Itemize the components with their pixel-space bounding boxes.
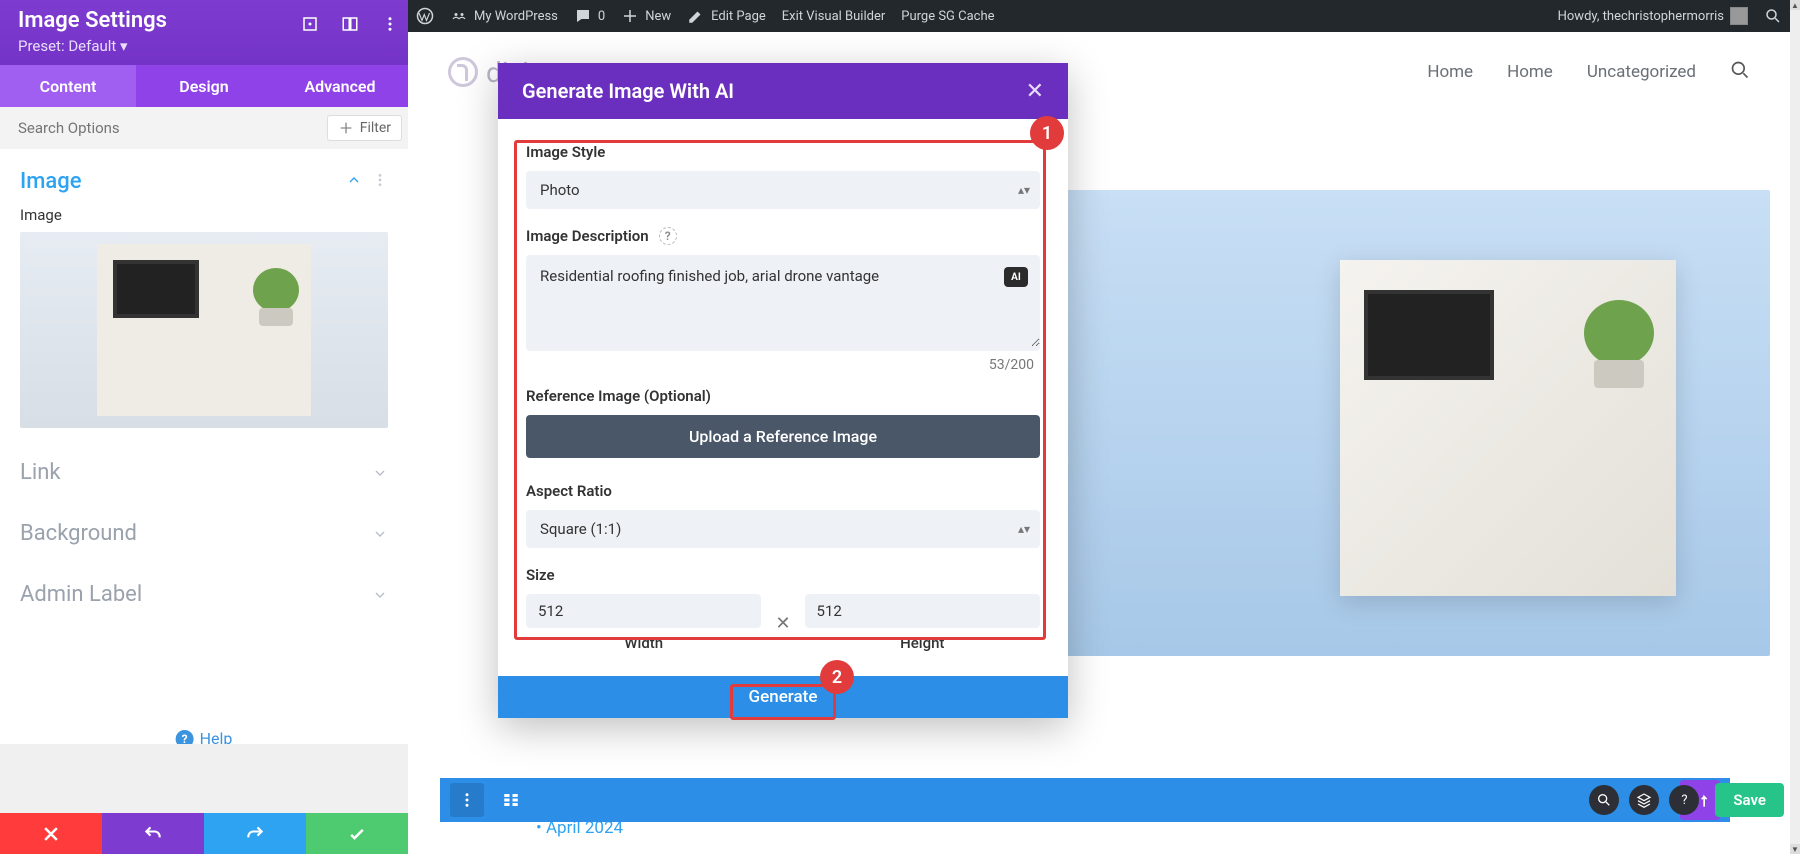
zoom-icon[interactable]: [1589, 785, 1619, 815]
undo-button[interactable]: [102, 813, 204, 854]
annotation-badge-1: 1: [1030, 116, 1064, 150]
height-input[interactable]: [805, 594, 1040, 628]
height-sublabel: Height: [900, 634, 944, 652]
modal-title: Generate Image With AI: [522, 79, 734, 103]
scroll-down-icon[interactable]: ▼: [1790, 844, 1800, 854]
wp-purge-cache[interactable]: Purge SG Cache: [901, 0, 994, 32]
wp-new[interactable]: New: [621, 0, 671, 32]
section-background[interactable]: Background: [14, 503, 394, 564]
image-description-label: Image Description?: [526, 227, 1040, 245]
wp-search[interactable]: [1764, 0, 1782, 32]
divi-logo-icon: [448, 57, 478, 87]
chevron-up-icon[interactable]: [346, 172, 362, 192]
image-field-label: Image: [20, 206, 388, 224]
section-admin-label[interactable]: Admin Label: [14, 564, 394, 625]
hero-image-card: [1340, 260, 1676, 596]
ai-badge-icon[interactable]: AI: [1004, 267, 1028, 287]
redo-button[interactable]: [204, 813, 306, 854]
sidebar-action-bar: [0, 813, 408, 854]
upload-reference-button[interactable]: Upload a Reference Image: [526, 415, 1040, 458]
section-image-title[interactable]: Image: [20, 169, 82, 194]
bar-wireframe-icon[interactable]: [494, 783, 528, 817]
wp-howdy[interactable]: Howdy, thechristophermorris: [1558, 0, 1748, 32]
bottom-right-cluster: ? Save: [1589, 778, 1784, 822]
help-footer-icon[interactable]: ?: [1669, 785, 1699, 815]
help-link[interactable]: ?Help: [176, 729, 233, 744]
expand-icon[interactable]: [300, 14, 320, 34]
aspect-ratio-select[interactable]: Square (1:1): [526, 510, 1040, 548]
section-more-icon[interactable]: [372, 172, 388, 192]
wp-exit-visual-builder[interactable]: Exit Visual Builder: [782, 0, 885, 32]
reference-image-label: Reference Image (Optional): [526, 387, 1040, 405]
layers-icon[interactable]: [1629, 785, 1659, 815]
placeholder-pot: [1594, 360, 1644, 388]
thumb-monitor: [113, 260, 199, 318]
divi-bottom-bar: [440, 778, 1730, 822]
wp-edit-page[interactable]: Edit Page: [687, 0, 766, 32]
char-count: 53/200: [526, 357, 1040, 373]
aspect-ratio-label: Aspect Ratio: [526, 482, 1040, 500]
wp-admin-bar: My WordPress 0 New Edit Page Exit Visual…: [408, 0, 1790, 32]
save-button[interactable]: Save: [1715, 783, 1784, 817]
image-thumbnail[interactable]: [20, 232, 388, 428]
placeholder-plant: [1584, 300, 1654, 366]
wp-logo[interactable]: [416, 0, 434, 32]
snap-icon[interactable]: [340, 14, 360, 34]
image-style-label: Image Style: [526, 143, 1040, 161]
wp-comments[interactable]: 0: [574, 0, 605, 32]
avatar: [1730, 7, 1748, 25]
sidebar-tabs: Content Design Advanced: [0, 65, 408, 107]
nav-uncategorized[interactable]: Uncategorized: [1587, 62, 1696, 82]
section-link[interactable]: Link: [14, 442, 394, 503]
scrollbar[interactable]: ▲ ▼: [1790, 0, 1800, 854]
tab-content[interactable]: Content: [0, 65, 136, 107]
placeholder-monitor: [1364, 290, 1494, 380]
annotation-badge-2: 2: [820, 660, 854, 694]
preset-dropdown[interactable]: Preset: Default ▾: [18, 37, 390, 55]
sidebar-header: Image Settings Preset: Default ▾: [0, 0, 408, 65]
thumb-pot: [259, 308, 293, 326]
nav-home-2[interactable]: Home: [1507, 62, 1553, 82]
help-icon: ?: [176, 730, 194, 745]
scroll-up-icon[interactable]: ▲: [1790, 0, 1800, 10]
discard-button[interactable]: [0, 813, 102, 854]
filter-button[interactable]: Filter: [327, 115, 402, 141]
nav-search-icon[interactable]: [1730, 60, 1750, 84]
width-sublabel: Width: [624, 634, 663, 652]
more-icon[interactable]: [380, 14, 400, 34]
close-icon[interactable]: ✕: [1026, 79, 1044, 104]
width-input[interactable]: [526, 594, 761, 628]
help-tooltip-icon[interactable]: ?: [659, 227, 677, 245]
wp-site-name[interactable]: My WordPress: [450, 0, 558, 32]
bar-menu-icon[interactable]: [450, 783, 484, 817]
size-label: Size: [526, 566, 1040, 584]
image-style-select[interactable]: Photo: [526, 171, 1040, 209]
image-description-textarea[interactable]: Residential roofing finished job, arial …: [526, 255, 1040, 347]
confirm-button[interactable]: [306, 813, 408, 854]
thumb-plant: [253, 268, 299, 312]
generate-image-modal: Generate Image With AI ✕ Image Style Pho…: [498, 63, 1068, 718]
primary-nav: Home Home Uncategorized: [1427, 60, 1750, 84]
image-settings-sidebar: Image Settings Preset: Default ▾ Content…: [0, 0, 408, 744]
tab-advanced[interactable]: Advanced: [272, 65, 408, 107]
generate-button[interactable]: Generate: [749, 687, 818, 707]
search-row: Filter: [0, 107, 408, 149]
size-x-icon: ✕: [775, 613, 790, 634]
search-input[interactable]: [18, 119, 327, 137]
nav-home-1[interactable]: Home: [1427, 62, 1473, 82]
tab-design[interactable]: Design: [136, 65, 272, 107]
